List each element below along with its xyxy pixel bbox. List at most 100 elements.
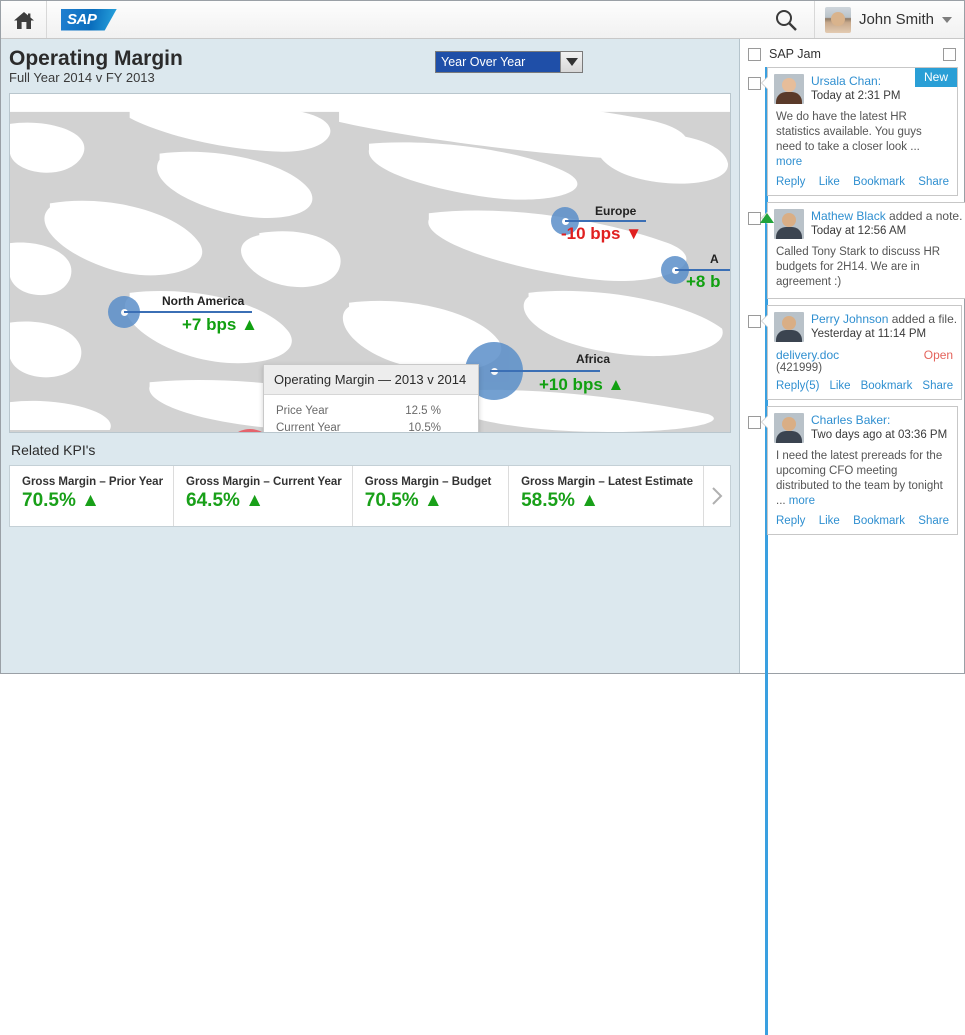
map-value-europe: -10 bps ▼ xyxy=(561,224,643,243)
file-open-link[interactable]: Open xyxy=(924,348,953,362)
bookmark-link[interactable]: Bookmark xyxy=(861,380,913,392)
map-value-africa: +10 bps ▲ xyxy=(539,375,625,394)
jam-post-text: We do have the latest HR statistics avai… xyxy=(776,111,922,168)
bookmark-link[interactable]: Bookmark xyxy=(853,176,905,188)
like-link[interactable]: Like xyxy=(819,176,840,188)
kpi-card-value: 64.5% ▲ xyxy=(186,490,265,511)
like-link[interactable]: Like xyxy=(819,515,840,527)
chevron-down-icon xyxy=(565,58,578,66)
reply-link[interactable]: Reply xyxy=(776,176,805,188)
kpi-card-name: Gross Margin – Budget xyxy=(364,476,492,488)
jam-post-meta: Perry Johnson added a file. Yesterday at… xyxy=(811,312,961,342)
reply-link[interactable]: Reply xyxy=(776,515,805,527)
jam-options-checkbox[interactable] xyxy=(943,47,956,61)
related-kpis-strip: Gross Margin – Prior Year 70.5% ▲ Gross … xyxy=(9,465,731,527)
tooltip-row: Price Year 12.5 % xyxy=(276,403,466,420)
trend-up-icon: ▲ xyxy=(241,315,258,334)
like-link[interactable]: Like xyxy=(829,380,850,392)
sap-jam-panel: SAP Jam Ursala Chan: Today at 2:31 PM Ne… xyxy=(739,39,965,1035)
bookmark-link[interactable]: Bookmark xyxy=(853,515,905,527)
user-menu[interactable]: John Smith xyxy=(815,1,964,38)
comparison-mode-dropdown[interactable]: Year Over Year xyxy=(435,51,583,73)
jam-post-header: Ursala Chan: Today at 2:31 PM New xyxy=(768,68,957,104)
jam-post[interactable]: Mathew Black added a note. Today at 12:5… xyxy=(760,202,965,299)
jam-feed: Ursala Chan: Today at 2:31 PM New We do … xyxy=(740,67,965,1035)
jam-post-checkbox[interactable] xyxy=(748,77,761,90)
map-value-north-america: +7 bps ▲ xyxy=(182,315,258,334)
tooltip-metrics-list: Price Year 12.5 % Current Year 10.5% Bud… xyxy=(264,395,478,433)
jam-post[interactable]: Perry Johnson added a file. Yesterday at… xyxy=(760,305,963,400)
kpi-card[interactable]: Gross Margin – Prior Year 70.5% ▲ xyxy=(10,466,175,526)
dropdown-toggle-button[interactable] xyxy=(560,52,582,72)
jam-post-meta: Charles Baker: Two days ago at 03:36 PM xyxy=(811,413,957,443)
jam-post[interactable]: Ursala Chan: Today at 2:31 PM New We do … xyxy=(761,67,958,196)
kpi-card[interactable]: Gross Margin – Latest Estimate 58.5% ▲ xyxy=(509,466,704,526)
jam-post-header: Charles Baker: Two days ago at 03:36 PM xyxy=(768,407,957,443)
top-navigation-bar: SAP John Smith xyxy=(1,1,964,39)
main-content: Operating Margin Full Year 2014 v FY 201… xyxy=(1,39,741,673)
world-map-chart[interactable]: North America +7 bps ▲ Europe -10 bps ▼ xyxy=(9,93,731,433)
avatar xyxy=(774,413,804,443)
kpi-card[interactable]: Gross Margin – Budget 70.5% ▲ xyxy=(353,466,510,526)
tooltip-row-value: 10.5% xyxy=(408,422,441,433)
more-link[interactable]: more xyxy=(789,495,815,507)
share-link[interactable]: Share xyxy=(922,380,953,392)
topbar-right-group: John Smith xyxy=(758,1,964,38)
tooltip-title: Operating Margin — 2013 v 2014 xyxy=(264,365,478,395)
jam-post-actions: Reply Like Bookmark Share xyxy=(768,170,957,195)
share-link[interactable]: Share xyxy=(918,515,949,527)
related-kpis-title: Related KPI's xyxy=(11,442,96,458)
page-subtitle: Full Year 2014 v FY 2013 xyxy=(9,70,155,85)
kpi-card[interactable]: Gross Margin – Current Year 64.5% ▲ xyxy=(174,466,353,526)
tooltip-row: Current Year 10.5% xyxy=(276,420,466,433)
jam-post-actions: Reply(5) Like Bookmark Share xyxy=(768,374,961,399)
map-label-europe: Europe xyxy=(595,204,637,218)
file-name-link[interactable]: delivery.doc xyxy=(776,348,839,362)
kpi-card-value: 70.5% ▲ xyxy=(364,490,443,511)
kpi-card-name: Gross Margin – Prior Year xyxy=(22,476,164,488)
scroll-up-arrow-icon[interactable] xyxy=(760,213,774,223)
jam-post-time: Two days ago at 03:36 PM xyxy=(811,429,948,441)
jam-post-header: Mathew Black added a note. Today at 12:5… xyxy=(768,203,965,239)
leader-line-asia xyxy=(675,269,730,271)
app-frame: SAP John Smith Operating Margin Full Yea… xyxy=(0,0,965,1035)
sap-logo[interactable]: SAP xyxy=(61,8,117,31)
jam-post-time: Today at 2:31 PM xyxy=(811,90,901,102)
map-label-africa: Africa xyxy=(576,352,611,366)
jam-select-all-checkbox[interactable] xyxy=(748,47,761,61)
share-link[interactable]: Share xyxy=(918,176,949,188)
home-button[interactable] xyxy=(1,1,47,38)
jam-post-checkbox[interactable] xyxy=(748,315,761,328)
page-title: Operating Margin xyxy=(9,47,183,70)
map-label-asia: A xyxy=(710,252,719,266)
jam-post-row: Perry Johnson added a file. Yesterday at… xyxy=(740,305,964,400)
leader-line-africa xyxy=(490,370,600,372)
jam-post-author[interactable]: Mathew Black added a note. xyxy=(811,209,962,224)
jam-post-header: Perry Johnson added a file. Yesterday at… xyxy=(768,306,961,342)
home-icon xyxy=(13,11,34,29)
jam-post-checkbox[interactable] xyxy=(748,416,761,429)
jam-post[interactable]: Charles Baker: Two days ago at 03:36 PM … xyxy=(761,406,958,535)
sap-logo-text: SAP xyxy=(67,11,97,28)
trend-up-icon: ▲ xyxy=(607,375,625,394)
more-link[interactable]: more xyxy=(776,156,802,168)
jam-post-author[interactable]: Charles Baker: xyxy=(811,413,953,428)
file-id-label: (421999) xyxy=(776,362,823,374)
reply-link[interactable]: Reply(5) xyxy=(776,380,819,392)
jam-header: SAP Jam xyxy=(740,39,964,67)
tooltip-row-key: Current Year xyxy=(276,422,341,433)
map-tooltip-popup: Operating Margin — 2013 v 2014 Price Yea… xyxy=(263,364,479,433)
kpi-card-name: Gross Margin – Latest Estimate xyxy=(521,476,693,488)
search-button[interactable] xyxy=(758,1,815,38)
jam-post-author[interactable]: Perry Johnson added a file. xyxy=(811,312,957,327)
avatar xyxy=(824,6,851,33)
leader-line-europe xyxy=(565,220,646,222)
dropdown-selected-value: Year Over Year xyxy=(436,52,560,72)
trend-down-icon: ▼ xyxy=(625,224,643,243)
kpi-next-button[interactable] xyxy=(704,466,730,526)
kpi-card-value: 58.5% ▲ xyxy=(521,490,600,511)
avatar xyxy=(774,209,804,239)
search-icon xyxy=(775,9,797,31)
jam-post-time: Yesterday at 11:14 PM xyxy=(811,328,927,340)
